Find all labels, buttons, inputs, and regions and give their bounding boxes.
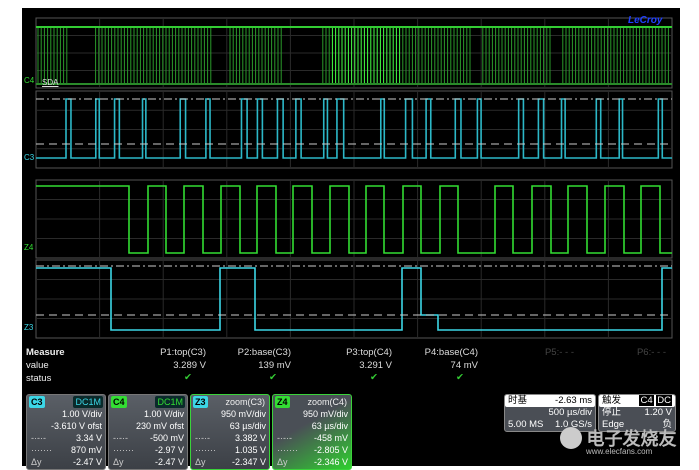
cursor2-label: ·······: [195, 445, 216, 455]
channel-coupling: zoom(C4): [307, 397, 347, 407]
param-value: 3.291 V: [359, 360, 392, 371]
timebase-title: 时基: [508, 395, 528, 406]
channel-coupling: zoom(C3): [225, 397, 265, 407]
status-check-icon: ✔: [370, 372, 378, 383]
delta-y-label: Δy: [113, 457, 124, 467]
c4-label: C4: [24, 76, 35, 85]
channel-tag: Z3: [193, 396, 208, 408]
status-check-icon: ✔: [456, 372, 464, 383]
offset-or-timediv: 63 µs/div: [229, 421, 266, 431]
measure-param-3[interactable]: P3:top(C4) 3.291 V ✔: [328, 347, 392, 383]
timebase-samples: 5.00 MS: [508, 419, 544, 430]
status-check-icon: ✔: [269, 372, 277, 383]
cursor1-value: 3.34 V: [75, 433, 102, 443]
status-row-label: status: [26, 373, 52, 384]
volts-per-div: 1.00 V/div: [143, 409, 184, 419]
cursor2-label: ·······: [31, 445, 52, 455]
channel-coupling: DC1M: [155, 396, 185, 408]
delta-y-label: Δy: [277, 457, 288, 467]
cursor1-label: -·-·-: [113, 433, 128, 443]
channel-box-c4[interactable]: C4 DC1M 1.00 V/div 230 mV ofst -·-·- -500 …: [108, 394, 188, 470]
channel-coupling: DC1M: [73, 396, 103, 408]
delta-y-label: Δy: [31, 457, 42, 467]
cursor1-label: -·-·-: [31, 433, 46, 443]
watermark: 电子发烧友 www.elecfans.com: [560, 425, 676, 456]
cursor1-value: 3.382 V: [234, 433, 266, 443]
channel-tag: C3: [29, 396, 45, 408]
trigger-source: C4: [639, 395, 654, 406]
measure-title: Measure: [26, 347, 65, 358]
watermark-text: 电子发烧友: [586, 429, 677, 449]
brand-logo: LeCroy: [628, 15, 663, 26]
cursor2-value: 870 mV: [70, 445, 102, 455]
measure-param-6[interactable]: P6:- - -: [602, 347, 666, 360]
status-check-icon: ✔: [184, 372, 192, 383]
cursor2-label: ·······: [113, 445, 134, 455]
c3-label: C3: [24, 153, 35, 162]
decode-label: SDA: [42, 78, 59, 87]
cursor1-label: -·-·-: [277, 433, 292, 443]
measure-param-2[interactable]: P2:base(C3) 139 mV ✔: [227, 347, 291, 383]
watermark-logo-icon: [560, 427, 582, 449]
volts-per-div: 950 mV/div: [220, 409, 266, 419]
trigger-level: 1.20 V: [644, 407, 672, 418]
measure-param-5[interactable]: P5:- - -: [510, 347, 574, 360]
param-value: 3.289 V: [173, 360, 206, 371]
timebase-delay: -2.63 ms: [555, 395, 592, 406]
cursor2-value: 1.035 V: [234, 445, 266, 455]
trigger-coupling: DC: [656, 395, 672, 406]
cursor1-value: -458 mV: [313, 433, 348, 443]
timebase-tdiv: 500 µs/div: [548, 407, 593, 418]
channel-tag: C4: [111, 396, 127, 408]
cursor2-value: -2.97 V: [154, 445, 184, 455]
z3-label: Z3: [24, 323, 34, 332]
oscilloscope-display: LeCroy C4 SDA C3 Z4 Z3 Measure value sta…: [22, 8, 680, 470]
offset-or-timediv: -3.610 V ofst: [50, 421, 102, 431]
trigger-mode: 停止: [602, 407, 622, 418]
channel-tag: Z4: [275, 396, 290, 408]
trigger-title: 触发: [602, 395, 622, 406]
measure-param-4[interactable]: P4:base(C4) 74 mV ✔: [414, 347, 478, 383]
delta-y-label: Δy: [195, 457, 206, 467]
cursor1-value: -500 mV: [149, 433, 184, 443]
param-value: 139 mV: [258, 360, 291, 371]
cursor2-value: -2.805 V: [313, 445, 348, 455]
z4-label: Z4: [24, 243, 34, 252]
value-row-label: value: [26, 360, 49, 371]
channel-box-c3[interactable]: C3 DC1M 1.00 V/div -3.610 V ofst -·-·- 3.3…: [26, 394, 106, 470]
measure-param-1[interactable]: P1:top(C3) 3.289 V ✔: [142, 347, 206, 383]
channel-box-z3[interactable]: Z3 zoom(C3) 950 mV/div 63 µs/div -·-·- 3.3…: [190, 394, 270, 470]
volts-per-div: 950 mV/div: [302, 409, 348, 419]
cursor1-label: -·-·-: [195, 433, 210, 443]
offset-or-timediv: 230 mV ofst: [135, 421, 184, 431]
channel-box-z4[interactable]: Z4 zoom(C4) 950 mV/div 63 µs/div -·-·- -45…: [272, 394, 352, 470]
param-value: 74 mV: [450, 360, 478, 371]
offset-or-timediv: 63 µs/div: [311, 421, 348, 431]
cursor2-label: ·······: [277, 445, 298, 455]
volts-per-div: 1.00 V/div: [61, 409, 102, 419]
